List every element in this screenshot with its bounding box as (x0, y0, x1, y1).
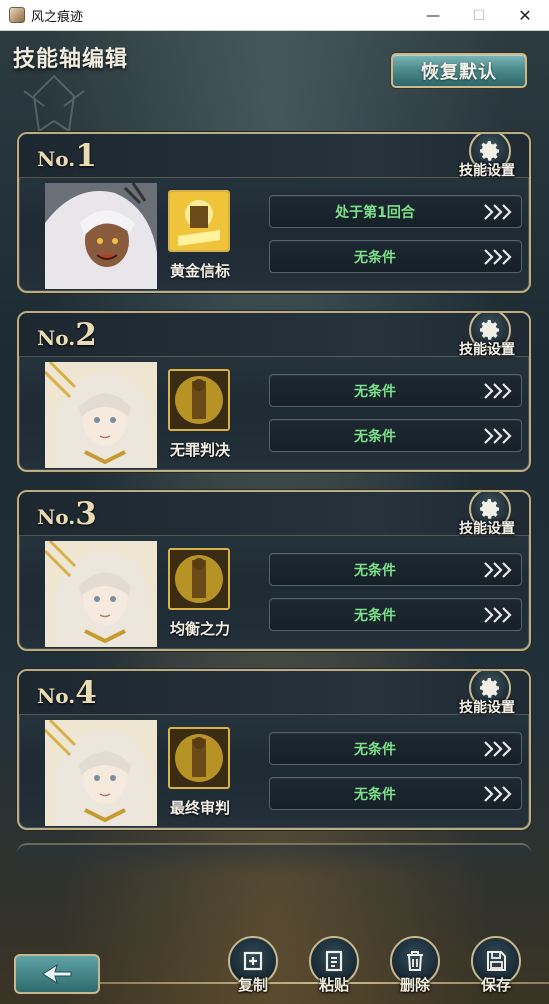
paste-icon (325, 950, 343, 972)
back-arrow-icon (42, 963, 72, 985)
skill-settings-label[interactable]: 技能设置 (459, 518, 515, 538)
chevron-right-icon (484, 741, 512, 757)
minimize-button[interactable]: — (410, 0, 456, 31)
condition-slot-2[interactable]: 无条件 (269, 240, 522, 273)
condition-text: 处于第1回合 (335, 204, 415, 221)
close-button[interactable]: ✕ (502, 0, 548, 31)
chevron-right-icon (484, 383, 512, 399)
window-title: 风之痕迹 (31, 9, 84, 25)
window-titlebar: 风之痕迹 — ☐ ✕ (0, 0, 549, 31)
condition-slot-1[interactable]: 处于第1回合 (269, 195, 522, 228)
game-screen: 技能轴编辑 恢复默认 No.1 技能设置 黄金信标 处于第1回合 无条件 No.… (0, 31, 549, 1004)
skill-icon[interactable] (168, 369, 230, 431)
app-icon (9, 7, 25, 23)
chevron-right-icon (484, 607, 512, 623)
page-title: 技能轴编辑 (13, 46, 129, 72)
save-label[interactable]: 保存 (471, 974, 521, 995)
condition-text: 无条件 (354, 607, 396, 624)
chevron-right-icon (484, 786, 512, 802)
copy-icon (243, 951, 263, 971)
skill-settings-label[interactable]: 技能设置 (459, 160, 515, 180)
trash-icon (407, 951, 423, 971)
save-icon (487, 951, 506, 971)
maximize-button[interactable]: ☐ (456, 0, 502, 31)
skill-icon[interactable] (168, 190, 230, 252)
skill-card-3: No.3 技能设置 均衡之力 无条件 无条件 (17, 490, 531, 651)
skill-name: 最终审判 (169, 799, 230, 817)
condition-slot-2[interactable]: 无条件 (269, 777, 522, 810)
card-number: No.3 (37, 496, 97, 532)
character-portrait (45, 720, 157, 826)
skill-card-1: No.1 技能设置 黄金信标 处于第1回合 无条件 (17, 132, 531, 293)
restore-default-button[interactable]: 恢复默认 (391, 53, 527, 88)
card-number: No.2 (37, 317, 97, 353)
chevron-right-icon (484, 562, 512, 578)
paste-label[interactable]: 粘贴 (309, 974, 359, 995)
condition-text: 无条件 (354, 428, 396, 445)
skill-name: 黄金信标 (169, 262, 230, 280)
skill-name: 均衡之力 (169, 620, 230, 638)
condition-slot-1[interactable]: 无条件 (269, 732, 522, 765)
condition-text: 无条件 (354, 741, 396, 758)
card-number: No.1 (37, 138, 97, 174)
condition-text: 无条件 (354, 249, 396, 266)
skill-card-4: No.4 技能设置 最终审判 无条件 无条件 (17, 669, 531, 830)
condition-slot-1[interactable]: 无条件 (269, 374, 522, 407)
copy-label[interactable]: 复制 (228, 974, 278, 995)
chevron-right-icon (484, 204, 512, 220)
skill-name: 无罪判决 (169, 441, 230, 459)
condition-text: 无条件 (354, 383, 396, 400)
chevron-right-icon (484, 249, 512, 265)
condition-slot-1[interactable]: 无条件 (269, 553, 522, 586)
character-portrait (45, 362, 157, 468)
condition-text: 无条件 (354, 786, 396, 803)
skill-card-partial (17, 843, 531, 873)
delete-label[interactable]: 删除 (390, 974, 440, 995)
skill-settings-label[interactable]: 技能设置 (459, 339, 515, 359)
back-button[interactable] (14, 954, 100, 994)
character-portrait (45, 541, 157, 647)
skill-icon[interactable] (168, 548, 230, 610)
emblem-decoration (23, 74, 85, 133)
chevron-right-icon (484, 428, 512, 444)
character-portrait (45, 183, 157, 289)
card-number: No.4 (37, 675, 97, 711)
condition-slot-2[interactable]: 无条件 (269, 598, 522, 631)
bottom-action-bar: 复制 粘贴 删除 保存 (0, 924, 549, 1004)
skill-card-2: No.2 技能设置 无罪判决 无条件 无条件 (17, 311, 531, 472)
skill-icon[interactable] (168, 727, 230, 789)
condition-text: 无条件 (354, 562, 396, 579)
condition-slot-2[interactable]: 无条件 (269, 419, 522, 452)
skill-settings-label[interactable]: 技能设置 (459, 697, 515, 717)
